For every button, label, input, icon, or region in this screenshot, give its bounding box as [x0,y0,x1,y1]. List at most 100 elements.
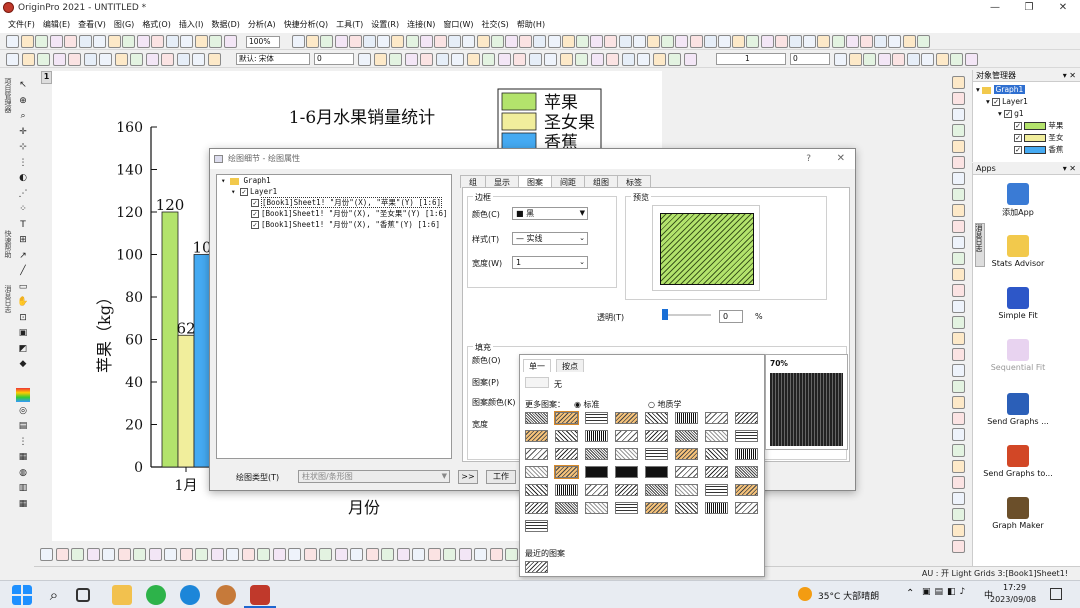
tb2-tool-icon-5[interactable] [83,53,97,66]
tb1-tool-icon-b14[interactable] [490,35,504,48]
pattern-swatch-29[interactable] [675,466,698,478]
right-tool-icon-9[interactable] [952,220,965,233]
tb2-tool-icon-c2[interactable] [863,53,876,66]
pattern-swatch-33[interactable] [555,484,578,496]
menu-item-4[interactable]: 格式(O) [142,19,171,30]
left-tool-icon-b0[interactable] [16,388,30,402]
pattern-swatch-3[interactable] [615,412,638,424]
tb1-tool-icon-8[interactable] [122,35,135,48]
tb1-tool-icon-b11[interactable] [448,35,462,48]
menu-item-14[interactable]: 帮助(H) [517,19,545,30]
graph-page-tab[interactable]: 1 [41,71,52,84]
pattern-swatch-26[interactable] [585,466,608,478]
minimize-button[interactable]: — [978,0,1012,16]
tb2-tool-icon-b6[interactable] [451,53,464,66]
tb1-tool-icon-b15[interactable] [505,35,518,48]
clock-date[interactable]: 2023/09/08 [990,595,1036,604]
tree-layer1[interactable]: ▾ ✓ Layer1 [976,96,1080,108]
clock-time[interactable]: 17:29 [1003,583,1026,592]
tb1-tool-icon-13[interactable] [194,35,208,48]
left-tool-icon-14[interactable]: ✋ [16,295,30,309]
tb2-tool-icon-b9[interactable] [497,53,511,66]
tb2-tool-icon-b7[interactable] [466,53,480,66]
left-tool-icon-b7[interactable]: ▦ [16,496,30,511]
tb2-tool-icon-b13[interactable] [559,53,573,66]
pattern-swatch-32[interactable] [525,484,548,496]
right-tool-icon-29[interactable] [952,540,965,553]
tb1-tool-icon-b41[interactable] [874,35,888,48]
tb1-tool-icon-b30[interactable] [718,35,731,48]
left-tool-icon-b6[interactable]: ▥ [16,481,30,495]
pattern-swatch-45[interactable] [675,502,698,514]
tb2-tool-icon-b17[interactable] [621,53,635,66]
pattern-swatch-20[interactable] [645,448,668,460]
tb2-tool-icon-b1[interactable] [373,53,387,66]
bottom-tool-icon-14[interactable] [257,548,270,561]
tb1-tool-icon-b5[interactable] [363,35,376,48]
dlg-tree-plot-apple[interactable]: ✓ [Book1]Sheet1! "月份"(X), "苹果"(Y) [1:6] [217,197,451,208]
dialog-close-button[interactable]: ✕ [837,149,845,169]
left-tool-icon-16[interactable]: ▣ [16,326,30,340]
app-send-graphs-word[interactable]: Send Graphs ... [983,393,1053,426]
right-tool-icon-7[interactable] [952,188,965,201]
tb1-tool-icon-b37[interactable] [817,35,831,48]
wechat-icon[interactable] [146,585,166,605]
tb1-tool-icon-b28[interactable] [689,35,703,48]
tb1-tool-icon-b44[interactable] [916,35,930,48]
tb2-tool-icon-7[interactable] [114,53,128,66]
right-tool-icon-18[interactable] [952,364,965,377]
left-tool-icon-1[interactable]: ⊕ [16,94,30,108]
tb2-tool-icon-9[interactable] [145,53,159,66]
tb2-tool-icon-b11[interactable] [528,53,542,66]
tb2-tool-icon-b3[interactable] [404,53,418,66]
transparency-slider[interactable] [662,309,711,320]
right-tool-icon-2[interactable] [952,108,965,121]
pattern-swatch-0[interactable] [525,412,548,424]
bottom-tool-icon-20[interactable] [350,548,363,561]
tb2-tool-icon-c0[interactable] [834,53,847,66]
bottom-tool-icon-1[interactable] [55,548,69,561]
tb2-tool-icon-4[interactable] [68,53,81,66]
line-width-combo[interactable]: 1 [716,53,786,65]
right-tool-icon-23[interactable] [952,444,965,457]
bottom-tool-icon-5[interactable] [117,548,131,561]
tb1-tool-icon-b25[interactable] [647,35,660,48]
tb1-tool-icon-b40[interactable] [860,35,873,48]
menu-item-6[interactable]: 数据(D) [211,19,239,30]
left-tool-icon-7[interactable]: ⋰ [16,187,30,201]
tb2-tool-icon-c6[interactable] [921,53,934,66]
pattern-swatch-5[interactable] [675,412,698,424]
menu-item-5[interactable]: 插入(I) [179,19,204,30]
tb1-tool-icon-b16[interactable] [519,35,533,48]
right-tool-icon-4[interactable] [952,140,965,153]
tb1-tool-icon-9[interactable] [136,35,150,48]
tb1-tool-icon-b43[interactable] [902,35,916,48]
transparency-input[interactable]: 0 [719,310,743,323]
tb1-tool-icon-6[interactable] [93,35,106,48]
menu-item-7[interactable]: 分析(A) [248,19,276,30]
tb1-tool-icon-b27[interactable] [675,35,689,48]
dlg-tree-plot-banana[interactable]: ✓ [Book1]Sheet1! "月份"(X), "香蕉"(Y) [1:6] [217,219,451,230]
pattern-swatch-42[interactable] [585,502,608,514]
tb2-tool-icon-11[interactable] [176,53,190,66]
menu-item-9[interactable]: 工具(T) [336,19,363,30]
tb2-tool-icon-c1[interactable] [848,53,862,66]
tb1-tool-icon-b23[interactable] [618,35,632,48]
left-tool-icon-b3[interactable]: ⋮ [16,434,30,449]
tb1-tool-icon-b6[interactable] [377,35,391,48]
right-tool-icon-5[interactable] [952,156,965,169]
font-size-combo[interactable]: 0 [314,53,354,65]
bottom-tool-icon-3[interactable] [86,548,100,561]
tb1-tool-icon-14[interactable] [209,35,222,48]
bottom-tool-icon-30[interactable] [505,548,518,561]
project-explorer-tab[interactable]: 项目管理器 [1,78,13,113]
pattern-swatch-7[interactable] [735,412,758,424]
tb2-tool-icon-b0[interactable] [358,53,371,66]
left-tool-icon-3[interactable]: ✛ [16,125,30,139]
tb1-tool-icon-b34[interactable] [774,35,788,48]
tb2-tool-icon-0[interactable] [6,53,19,66]
tb2-tool-icon-6[interactable] [99,53,112,66]
menu-item-12[interactable]: 窗口(W) [443,19,473,30]
tb1-tool-icon-b18[interactable] [547,35,561,48]
right-tool-icon-16[interactable] [952,332,965,345]
